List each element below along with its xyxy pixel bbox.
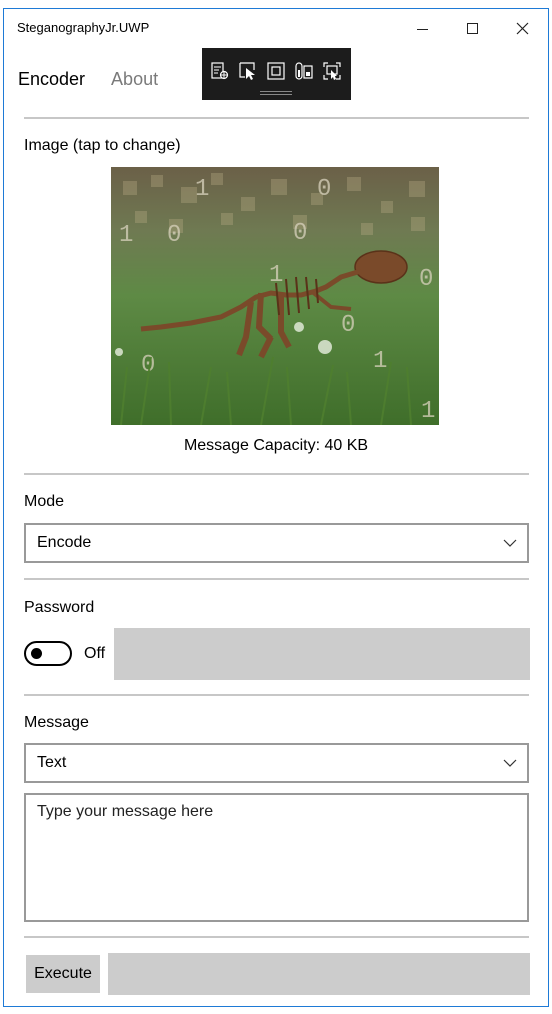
minimize-button[interactable] (397, 9, 447, 47)
minimize-icon (416, 28, 428, 30)
message-textarea[interactable]: Type your message here (24, 793, 529, 922)
debug-toolbar (202, 48, 351, 100)
message-label: Message (24, 714, 89, 731)
toggle-knob (31, 648, 42, 659)
execute-button[interactable]: Execute (26, 955, 100, 993)
chevron-down-icon (503, 539, 517, 547)
selected-image[interactable]: 10 100 100 011 (111, 167, 439, 425)
svg-text:1: 1 (119, 222, 133, 249)
divider (24, 578, 529, 580)
window-title: SteganographyJr.UWP (17, 20, 150, 35)
svg-text:1: 1 (373, 348, 387, 375)
app-window: SteganographyJr.UWP Encoder About Image … (3, 8, 549, 1007)
divider (24, 936, 529, 938)
maximize-icon (466, 22, 478, 34)
svg-text:0: 0 (317, 176, 331, 203)
close-icon (516, 22, 528, 34)
mode-dropdown[interactable]: Encode (24, 523, 529, 563)
svg-text:0: 0 (341, 312, 355, 339)
toolbar-drag-handle[interactable] (260, 91, 292, 95)
divider (24, 117, 529, 119)
maximize-button[interactable] (447, 9, 497, 47)
svg-text:1: 1 (421, 398, 435, 425)
password-field[interactable] (114, 628, 530, 680)
dinosaur-skeleton-image: 10 100 1 00 0 11 (111, 167, 439, 425)
svg-text:0: 0 (419, 266, 433, 293)
password-toggle[interactable] (24, 641, 72, 666)
message-type-dropdown[interactable]: Text (24, 743, 529, 783)
title-bar: SteganographyJr.UWP (4, 9, 548, 47)
svg-text:0: 0 (167, 222, 181, 249)
tab-encoder[interactable]: Encoder (18, 69, 85, 95)
svg-text:0: 0 (293, 220, 307, 247)
display-layout-icon[interactable] (322, 61, 342, 81)
tab-about[interactable]: About (111, 69, 158, 95)
close-button[interactable] (497, 9, 547, 47)
track-focus-icon[interactable] (294, 61, 314, 81)
live-visual-tree-icon[interactable] (210, 61, 230, 81)
mode-label: Mode (24, 493, 65, 510)
message-placeholder: Type your message here (37, 803, 214, 820)
password-label: Password (24, 599, 95, 616)
layout-adorners-icon[interactable] (266, 61, 286, 81)
pivot-header: Encoder About (18, 69, 158, 95)
password-toggle-state: Off (84, 645, 106, 662)
divider (24, 473, 529, 475)
message-type-selected-value: Text (37, 754, 67, 771)
chevron-down-icon (503, 759, 517, 767)
image-section-label: Image (tap to change) (24, 137, 181, 154)
select-element-icon[interactable] (238, 61, 258, 81)
divider (24, 694, 529, 696)
message-capacity-text: Message Capacity: 40 KB (183, 437, 369, 454)
svg-text:1: 1 (195, 176, 209, 203)
status-field (108, 953, 530, 995)
mode-selected-value: Encode (37, 534, 92, 551)
